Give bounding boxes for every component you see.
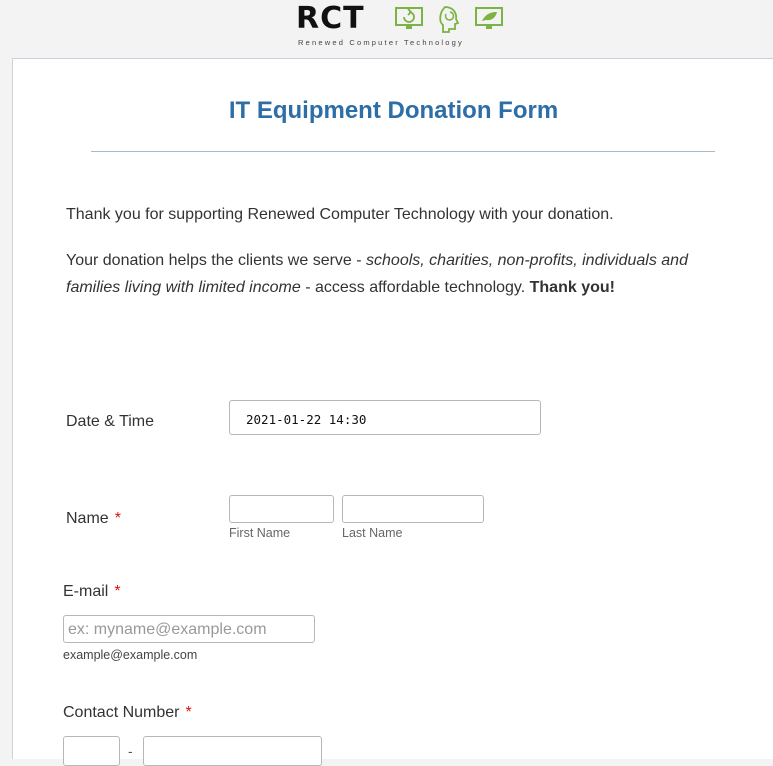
rct-logo[interactable]: RCT Renewed Computer Technology bbox=[296, 3, 508, 51]
email-required-marker: * bbox=[114, 583, 121, 600]
last-name-input[interactable] bbox=[342, 495, 484, 523]
logo-tagline: Renewed Computer Technology bbox=[298, 38, 464, 47]
datetime-input[interactable]: 2021-01-22 14:30 bbox=[229, 400, 541, 435]
monitor-leaf-icon bbox=[475, 7, 503, 29]
email-hint: example@example.com bbox=[63, 648, 198, 662]
description-thanks: Thank you! bbox=[529, 279, 615, 296]
phone-number-input[interactable] bbox=[143, 736, 322, 766]
contact-number-label: Contact Number * bbox=[63, 704, 192, 722]
form-title: IT Equipment Donation Form bbox=[228, 97, 559, 124]
head-recycle-icon bbox=[439, 6, 460, 33]
contact-required-marker: * bbox=[185, 704, 192, 721]
area-code-input[interactable] bbox=[63, 736, 120, 766]
name-label-text: Name bbox=[66, 510, 109, 527]
first-name-sublabel: First Name bbox=[229, 526, 291, 540]
phone-separator: - bbox=[128, 743, 133, 759]
intro-text: Thank you for supporting Renewed Compute… bbox=[66, 206, 614, 223]
description-lead: Your donation helps the clients we serve… bbox=[66, 252, 367, 269]
datetime-label: Date & Time bbox=[66, 413, 155, 430]
name-label: Name * bbox=[66, 510, 121, 528]
last-name-sublabel: Last Name bbox=[342, 526, 403, 540]
email-input[interactable]: ex: myname@example.com bbox=[63, 615, 315, 643]
form-page: IT Equipment Donation Form Thank you for… bbox=[12, 58, 773, 766]
email-label-text: E-mail bbox=[63, 583, 109, 600]
name-required-marker: * bbox=[114, 510, 121, 527]
email-label: E-mail * bbox=[63, 583, 121, 601]
logo-wordmark: RCT bbox=[296, 1, 365, 36]
donation-description: Your donation helps the clients we serve… bbox=[66, 247, 746, 301]
contact-label-text: Contact Number bbox=[63, 704, 180, 721]
first-name-input[interactable] bbox=[229, 495, 334, 523]
site-header: RCT Renewed Computer Technology bbox=[0, 0, 773, 58]
description-mid: - access affordable technology. bbox=[300, 279, 530, 296]
title-divider bbox=[91, 151, 715, 152]
monitor-recycle-icon bbox=[395, 7, 423, 29]
